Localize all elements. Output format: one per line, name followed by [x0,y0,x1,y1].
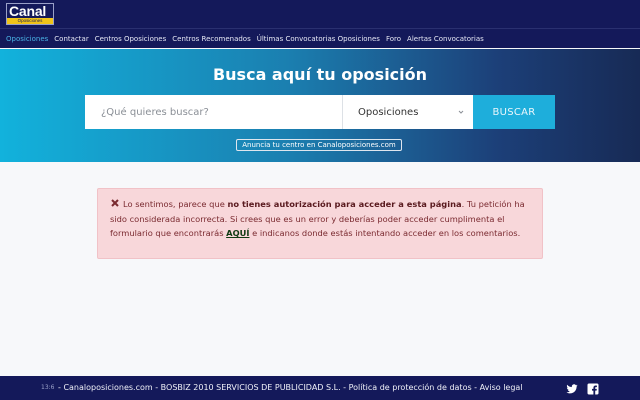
site-logo[interactable]: Canal Oposiciones [6,3,54,25]
main-nav: Oposiciones Contactar Centros Oposicione… [0,28,640,48]
nav-item-centros-oposiciones[interactable]: Centros Oposiciones [95,35,167,43]
hero-title: Busca aquí tu oposición [212,65,428,84]
footer-sep: - [152,383,161,392]
site-footer: 13:6 - Canaloposiciones.com - BOSBIZ 201… [0,376,640,400]
twitter-icon[interactable] [566,383,578,395]
alert-text-end: e indicanos donde estás intentando acced… [249,228,521,239]
nav-item-centros-recomendados[interactable]: Centros Recomenados [172,35,250,43]
error-alert: Lo sentimos, parece que no tienes autori… [97,188,543,259]
category-select[interactable]: Oposiciones [343,95,473,129]
alert-text-start: Lo sentimos, parece que [123,199,228,209]
search-hero: Busca aquí tu oposición Oposiciones BUSC… [0,49,640,162]
search-input[interactable] [85,95,343,129]
search-button[interactable]: BUSCAR [473,95,555,129]
facebook-icon[interactable] [587,383,599,395]
nav-item-alertas-convocatorias[interactable]: Alertas Convocatorias [407,35,484,43]
footer-time: 13:6 [41,384,55,391]
alert-text-bold: no tienes autorización para acceder a es… [227,199,462,209]
footer-sep: - [340,383,349,392]
footer-site-link[interactable]: Canaloposiciones.com [63,383,152,392]
announce-center-button[interactable]: Anuncia tu centro en Canaloposiciones.co… [236,139,402,151]
footer-links: - Canaloposiciones.com - BOSBIZ 2010 SER… [58,383,523,392]
nav-item-ultimas-convocatorias[interactable]: Últimas Convocatorias Oposiciones [257,35,380,43]
nav-item-contactar[interactable]: Contactar [54,35,88,43]
footer-sep: - [471,383,480,392]
top-header: Canal Oposiciones [0,0,640,28]
footer-legal-link[interactable]: Aviso legal [480,383,523,392]
logo-title: Canal [9,3,47,19]
logo-subtitle: Oposiciones [7,18,53,24]
footer-privacy-link[interactable]: Política de protección de datos [349,383,472,392]
nav-item-oposiciones[interactable]: Oposiciones [6,35,48,43]
footer-company: BOSBIZ 2010 SERVICIOS DE PUBLICIDAD S.L. [160,383,341,392]
alert-form-link[interactable]: AQUÍ [226,228,249,238]
chevron-down-icon [458,110,464,114]
category-select-value: Oposiciones [358,106,419,118]
x-mark-icon [111,199,119,207]
nav-item-foro[interactable]: Foro [386,35,401,43]
